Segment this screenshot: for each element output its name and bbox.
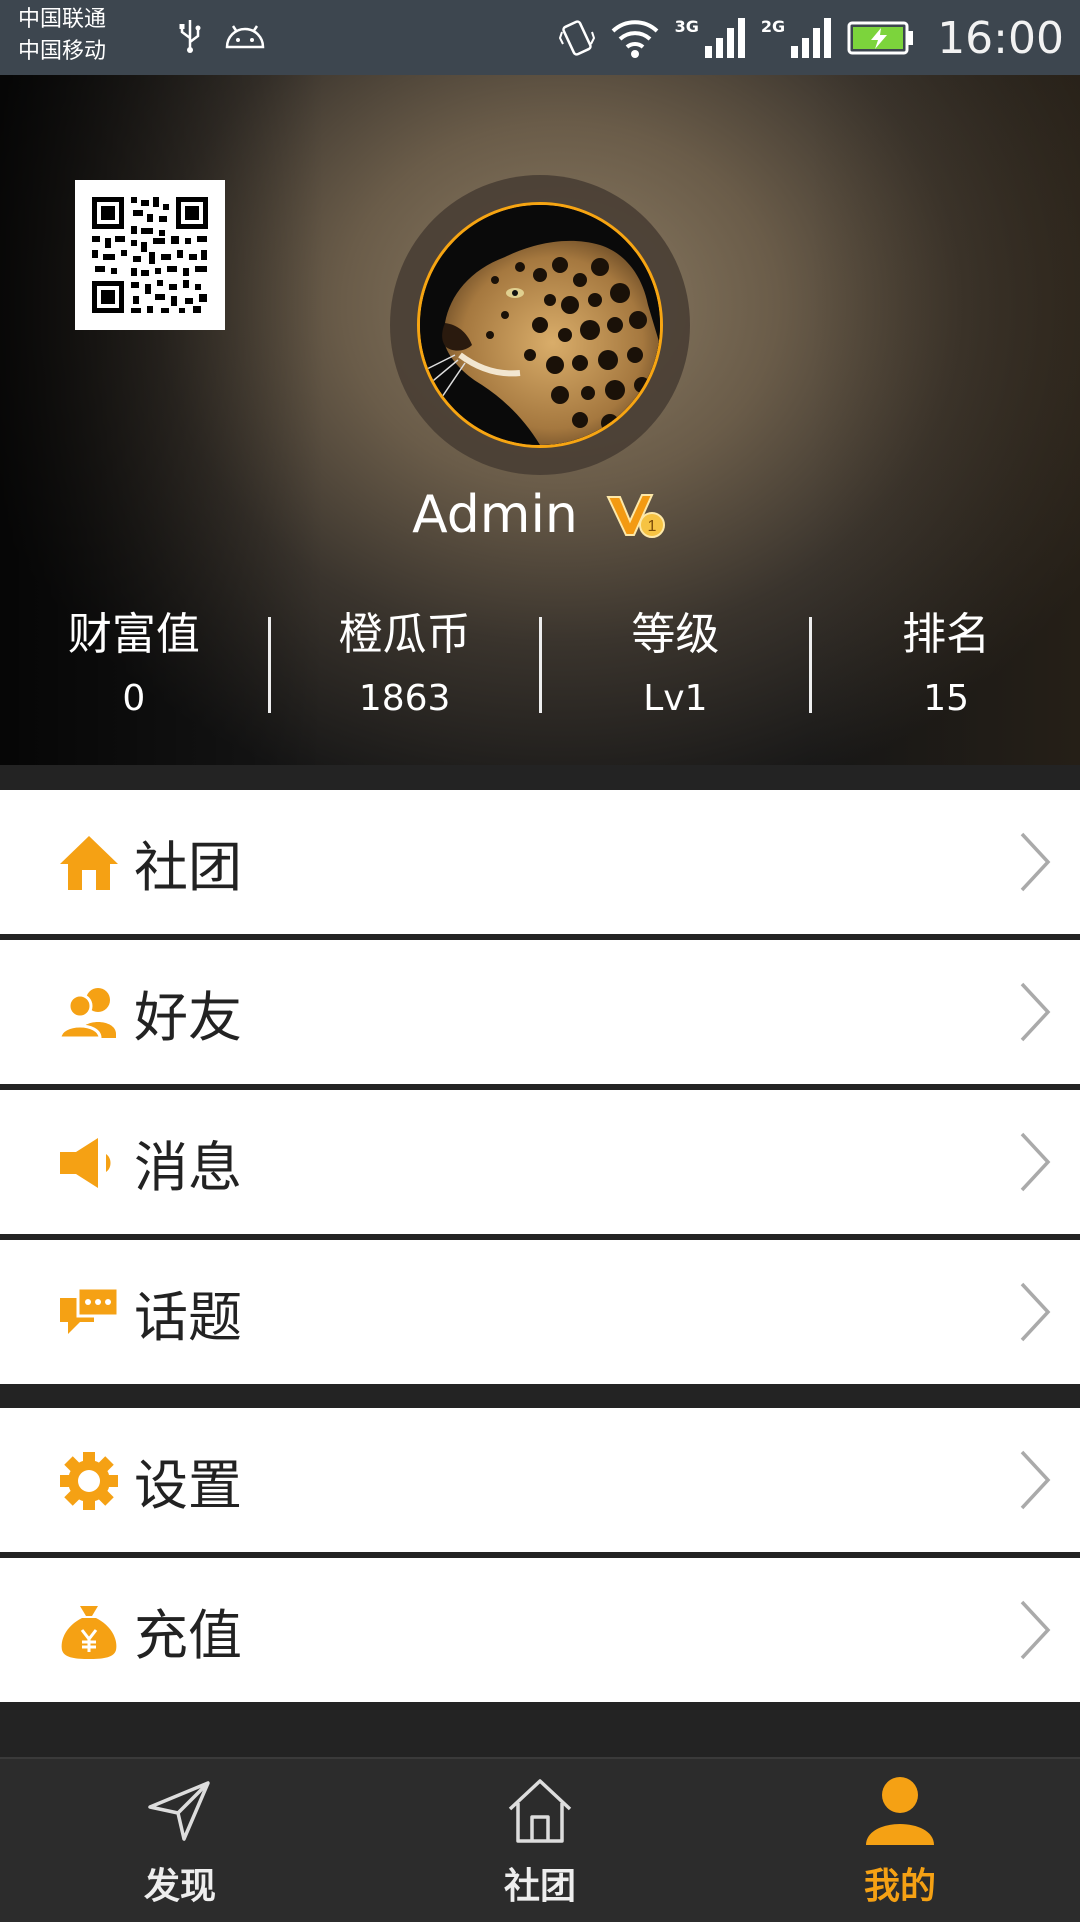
stat-value: 15: [923, 678, 970, 719]
stat-label: 橙瓜币: [338, 609, 471, 660]
menu-group-main: 社团 好友 消息 话题: [0, 790, 1080, 1384]
menu-item-settings[interactable]: 设置: [0, 1408, 1080, 1552]
speaker-icon: [60, 1138, 111, 1188]
menu-label: 话题: [134, 1285, 242, 1349]
stat-label: 等级: [631, 609, 720, 660]
chat-bubble-icon: [60, 1286, 120, 1334]
username-row: Admin 1: [0, 475, 1080, 555]
paper-plane-icon: [148, 1781, 210, 1841]
qr-code-button[interactable]: [75, 180, 225, 330]
tab-clubs[interactable]: 社团: [360, 1759, 720, 1922]
chevron-right-icon: [1020, 1450, 1051, 1510]
stat-coins[interactable]: 橙瓜币 1863: [271, 605, 539, 725]
network-type-1: 3G: [674, 16, 699, 36]
chevron-right-icon: [1020, 982, 1051, 1042]
bottom-tab-bar: 发现 社团 我的: [0, 1757, 1080, 1922]
house-outline-icon: [508, 1779, 572, 1843]
stat-label: 财富值: [67, 609, 200, 660]
signal-icon: [704, 18, 745, 58]
tab-me[interactable]: 我的: [720, 1759, 1080, 1922]
stat-label: 排名: [902, 609, 991, 660]
tab-label: 我的: [863, 1866, 936, 1907]
menu-item-friends[interactable]: 好友: [0, 940, 1080, 1084]
username: Admin: [412, 485, 578, 545]
menu-item-messages[interactable]: 消息: [0, 1090, 1080, 1234]
gear-icon: [60, 1452, 118, 1510]
usb-icon: [179, 20, 201, 53]
menu-label: 设置: [134, 1453, 242, 1517]
avatar-ring[interactable]: [390, 175, 690, 475]
menu-label: 消息: [134, 1135, 242, 1199]
menu-label: 社团: [134, 835, 242, 899]
avatar[interactable]: [417, 202, 663, 448]
menu-group-account: 设置 充值: [0, 1408, 1080, 1702]
money-bag-icon: [61, 1606, 117, 1659]
android-debug-icon: [225, 25, 265, 49]
signal-icon: [791, 18, 832, 58]
tab-label: 发现: [143, 1866, 216, 1907]
person-icon: [866, 1777, 934, 1845]
stat-value: 0: [122, 678, 146, 719]
status-bar: 中国联通 中国移动 3G 2G 16:00: [0, 0, 1080, 75]
profile-stats: 财富值 0 橙瓜币 1863 等级 Lv1 排名 15: [0, 605, 1080, 725]
carrier-1: 中国联通: [18, 7, 107, 32]
vip-badge-icon: 1: [606, 494, 665, 538]
chevron-right-icon: [1020, 832, 1051, 892]
carrier-info: 中国联通 中国移动: [18, 4, 106, 68]
battery-charging-icon: [847, 21, 914, 55]
vip-level-text: 1: [647, 518, 656, 535]
stat-value: 1863: [358, 678, 451, 719]
tab-discover[interactable]: 发现: [0, 1759, 360, 1922]
menu-label: 好友: [134, 985, 242, 1049]
menu-label: 充值: [134, 1603, 242, 1667]
tab-label: 社团: [503, 1866, 576, 1907]
qr-code-icon: [92, 197, 208, 313]
stat-wealth[interactable]: 财富值 0: [0, 605, 268, 725]
clock: 16:00: [937, 12, 1064, 64]
stat-rank[interactable]: 排名 15: [812, 605, 1080, 725]
wifi-icon: [611, 20, 659, 58]
chevron-right-icon: [1020, 1282, 1051, 1342]
stat-level[interactable]: 等级 Lv1: [542, 605, 810, 725]
menu-item-clubs[interactable]: 社团: [0, 790, 1080, 934]
chevron-right-icon: [1020, 1132, 1051, 1192]
carrier-2: 中国移动: [18, 39, 107, 64]
chevron-right-icon: [1020, 1600, 1051, 1660]
menu-item-topics[interactable]: 话题: [0, 1240, 1080, 1384]
house-icon: [60, 836, 118, 890]
vibrate-icon: [558, 20, 595, 56]
profile-header: Admin 1 财富值 0 橙瓜币 1863 等级 Lv1 排名 15: [0, 75, 1080, 765]
network-type-2: 2G: [760, 16, 786, 36]
stat-value: Lv1: [643, 678, 708, 719]
friends-icon: [58, 988, 116, 1040]
menu-item-recharge[interactable]: 充值: [0, 1558, 1080, 1702]
leopard-avatar-image: [420, 205, 660, 445]
